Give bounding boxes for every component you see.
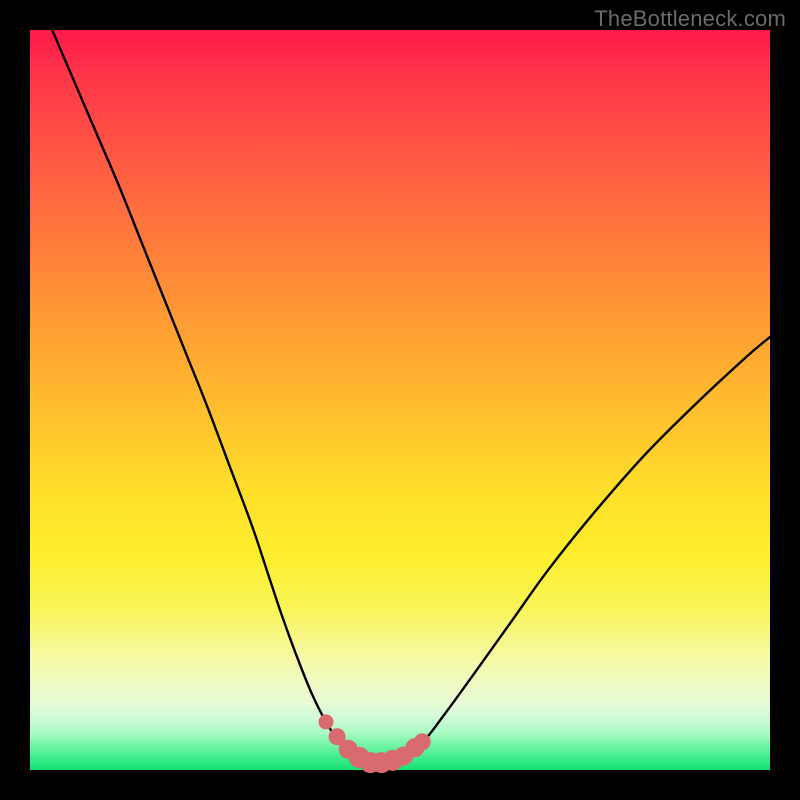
valley-markers	[319, 715, 430, 773]
bottleneck-curve	[52, 30, 770, 763]
plot-area	[30, 30, 770, 770]
watermark-text: TheBottleneck.com	[594, 6, 786, 32]
valley-marker	[414, 734, 430, 750]
curve-svg	[30, 30, 770, 770]
chart-frame: TheBottleneck.com	[0, 0, 800, 800]
valley-marker	[319, 715, 333, 729]
